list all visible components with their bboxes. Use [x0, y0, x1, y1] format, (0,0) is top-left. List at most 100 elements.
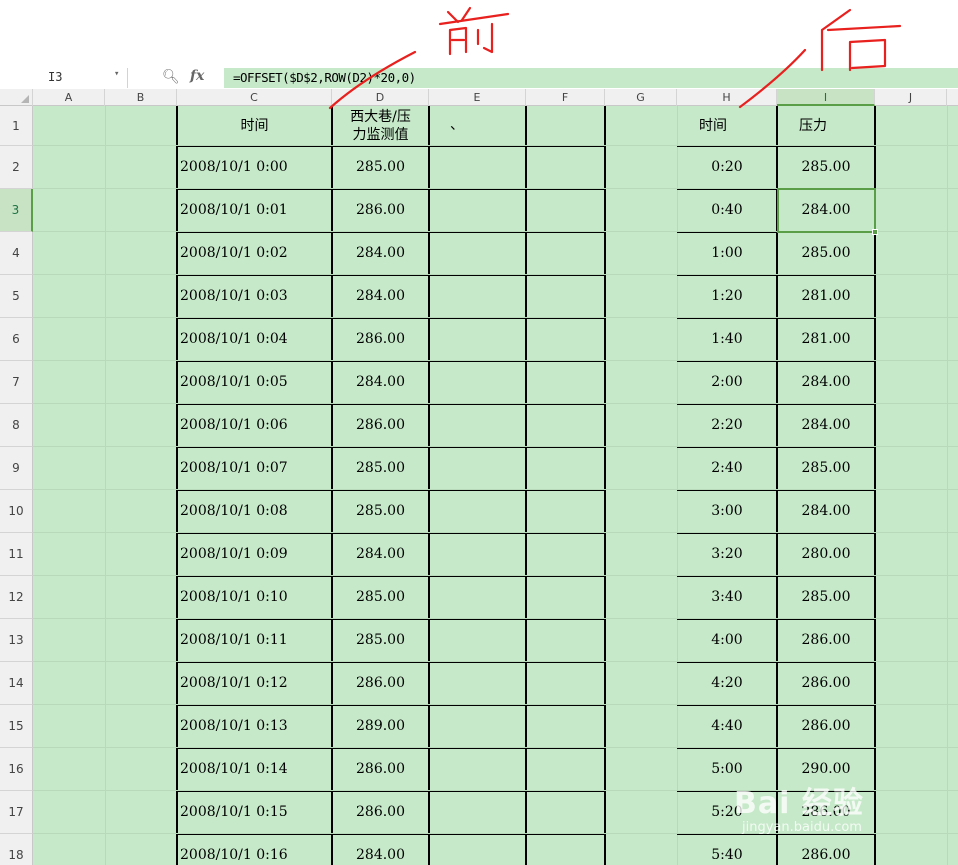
- time-cell[interactable]: 2008/10/1 0:00: [177, 146, 332, 189]
- time-cell[interactable]: 2008/10/1 0:04: [177, 318, 332, 361]
- pressure-cell[interactable]: 286.00: [332, 748, 429, 791]
- row-header-2[interactable]: 2: [0, 146, 33, 189]
- zoom-icon[interactable]: 🔍︎: [162, 69, 180, 85]
- pressure-cell[interactable]: 285.00: [332, 490, 429, 533]
- column-header-b[interactable]: B: [105, 89, 177, 106]
- pressure-cell[interactable]: 285.00: [332, 146, 429, 189]
- row-header-18[interactable]: 18: [0, 834, 33, 865]
- interval-pressure-cell[interactable]: 284.00: [777, 490, 875, 533]
- pressure-cell[interactable]: 286.00: [332, 662, 429, 705]
- interval-time-cell[interactable]: 4:20: [677, 662, 777, 705]
- interval-time-cell[interactable]: 3:20: [677, 533, 777, 576]
- row-header-14[interactable]: 14: [0, 662, 33, 705]
- row-header-9[interactable]: 9: [0, 447, 33, 490]
- interval-pressure-cell[interactable]: 286.00: [777, 791, 875, 834]
- row-header-6[interactable]: 6: [0, 318, 33, 361]
- pressure-cell[interactable]: 284.00: [332, 232, 429, 275]
- row-header-15[interactable]: 15: [0, 705, 33, 748]
- interval-time-cell[interactable]: 3:40: [677, 576, 777, 619]
- row-header-8[interactable]: 8: [0, 404, 33, 447]
- row-header-13[interactable]: 13: [0, 619, 33, 662]
- interval-pressure-cell[interactable]: 284.00: [777, 404, 875, 447]
- pressure-cell[interactable]: 284.00: [332, 834, 429, 865]
- header-h-time-cell[interactable]: 时间: [677, 106, 749, 146]
- pressure-cell[interactable]: 284.00: [332, 533, 429, 576]
- column-header-g[interactable]: G: [605, 89, 677, 106]
- row-header-11[interactable]: 11: [0, 533, 33, 576]
- time-cell[interactable]: 2008/10/1 0:16: [177, 834, 332, 865]
- column-header-a[interactable]: A: [33, 89, 105, 106]
- row-header-4[interactable]: 4: [0, 232, 33, 275]
- interval-pressure-cell[interactable]: 285.00: [777, 447, 875, 490]
- spreadsheet-grid[interactable]: 1 时间 西大巷/压 力监测值 、 时间 压力 2 2008/10/1 0:00 2…: [0, 106, 958, 865]
- row-header-17[interactable]: 17: [0, 791, 33, 834]
- pressure-cell[interactable]: 286.00: [332, 404, 429, 447]
- header-i-pressure-cell[interactable]: 压力: [777, 106, 849, 146]
- header-e-cell[interactable]: 、: [450, 114, 464, 134]
- row-header-16[interactable]: 16: [0, 748, 33, 791]
- interval-time-cell[interactable]: 2:00: [677, 361, 777, 404]
- interval-pressure-cell[interactable]: 280.00: [777, 533, 875, 576]
- row-header-10[interactable]: 10: [0, 490, 33, 533]
- header-time-cell[interactable]: 时间: [177, 106, 332, 146]
- pressure-cell[interactable]: 286.00: [332, 791, 429, 834]
- interval-pressure-cell[interactable]: 290.00: [777, 748, 875, 791]
- header-pressure-cell[interactable]: 西大巷/压 力监测值: [332, 108, 429, 146]
- pressure-cell[interactable]: 285.00: [332, 447, 429, 490]
- interval-pressure-cell[interactable]: 285.00: [777, 576, 875, 619]
- name-box[interactable]: I3 ▾: [0, 68, 128, 88]
- column-header-j[interactable]: J: [875, 89, 947, 106]
- interval-time-cell[interactable]: 1:00: [677, 232, 777, 275]
- pressure-cell[interactable]: 286.00: [332, 318, 429, 361]
- pressure-cell[interactable]: 284.00: [332, 275, 429, 318]
- interval-pressure-cell[interactable]: 285.00: [777, 146, 875, 189]
- column-header-i[interactable]: I: [777, 89, 875, 106]
- interval-time-cell[interactable]: 0:20: [677, 146, 777, 189]
- time-cell[interactable]: 2008/10/1 0:12: [177, 662, 332, 705]
- interval-pressure-cell[interactable]: 286.00: [777, 662, 875, 705]
- interval-pressure-cell[interactable]: 281.00: [777, 275, 875, 318]
- interval-pressure-cell[interactable]: 285.00: [777, 232, 875, 275]
- pressure-cell[interactable]: 285.00: [332, 576, 429, 619]
- interval-pressure-cell[interactable]: 286.00: [777, 705, 875, 748]
- time-cell[interactable]: 2008/10/1 0:03: [177, 275, 332, 318]
- select-all-corner[interactable]: [0, 89, 33, 106]
- pressure-cell[interactable]: 284.00: [332, 361, 429, 404]
- interval-pressure-cell[interactable]: 286.00: [777, 619, 875, 662]
- time-cell[interactable]: 2008/10/1 0:07: [177, 447, 332, 490]
- interval-time-cell[interactable]: 4:40: [677, 705, 777, 748]
- pressure-cell[interactable]: 289.00: [332, 705, 429, 748]
- interval-time-cell[interactable]: 1:20: [677, 275, 777, 318]
- interval-pressure-cell[interactable]: 284.00: [777, 361, 875, 404]
- row-header-1[interactable]: 1: [0, 106, 33, 146]
- column-header-f[interactable]: F: [526, 89, 605, 106]
- row-header-7[interactable]: 7: [0, 361, 33, 404]
- time-cell[interactable]: 2008/10/1 0:13: [177, 705, 332, 748]
- time-cell[interactable]: 2008/10/1 0:14: [177, 748, 332, 791]
- interval-time-cell[interactable]: 5:20: [677, 791, 777, 834]
- interval-time-cell[interactable]: 2:40: [677, 447, 777, 490]
- time-cell[interactable]: 2008/10/1 0:09: [177, 533, 332, 576]
- pressure-cell[interactable]: 285.00: [332, 619, 429, 662]
- pressure-cell[interactable]: 286.00: [332, 189, 429, 232]
- fill-handle[interactable]: [872, 229, 878, 235]
- column-header-d[interactable]: D: [332, 89, 429, 106]
- interval-time-cell[interactable]: 4:00: [677, 619, 777, 662]
- interval-time-cell[interactable]: 0:40: [677, 189, 777, 232]
- time-cell[interactable]: 2008/10/1 0:10: [177, 576, 332, 619]
- formula-input[interactable]: =OFFSET($D$2,ROW(D2)*20,0): [233, 70, 416, 85]
- chevron-down-icon[interactable]: ▾: [114, 69, 119, 79]
- interval-pressure-cell[interactable]: 286.00: [777, 834, 875, 865]
- row-header-5[interactable]: 5: [0, 275, 33, 318]
- interval-time-cell[interactable]: 2:20: [677, 404, 777, 447]
- column-header-h[interactable]: H: [677, 89, 777, 106]
- selected-cell-i3[interactable]: [777, 188, 876, 233]
- column-header-c[interactable]: C: [177, 89, 332, 106]
- interval-time-cell[interactable]: 5:40: [677, 834, 777, 865]
- interval-time-cell[interactable]: 3:00: [677, 490, 777, 533]
- time-cell[interactable]: 2008/10/1 0:11: [177, 619, 332, 662]
- row-header-12[interactable]: 12: [0, 576, 33, 619]
- interval-pressure-cell[interactable]: 281.00: [777, 318, 875, 361]
- time-cell[interactable]: 2008/10/1 0:06: [177, 404, 332, 447]
- time-cell[interactable]: 2008/10/1 0:15: [177, 791, 332, 834]
